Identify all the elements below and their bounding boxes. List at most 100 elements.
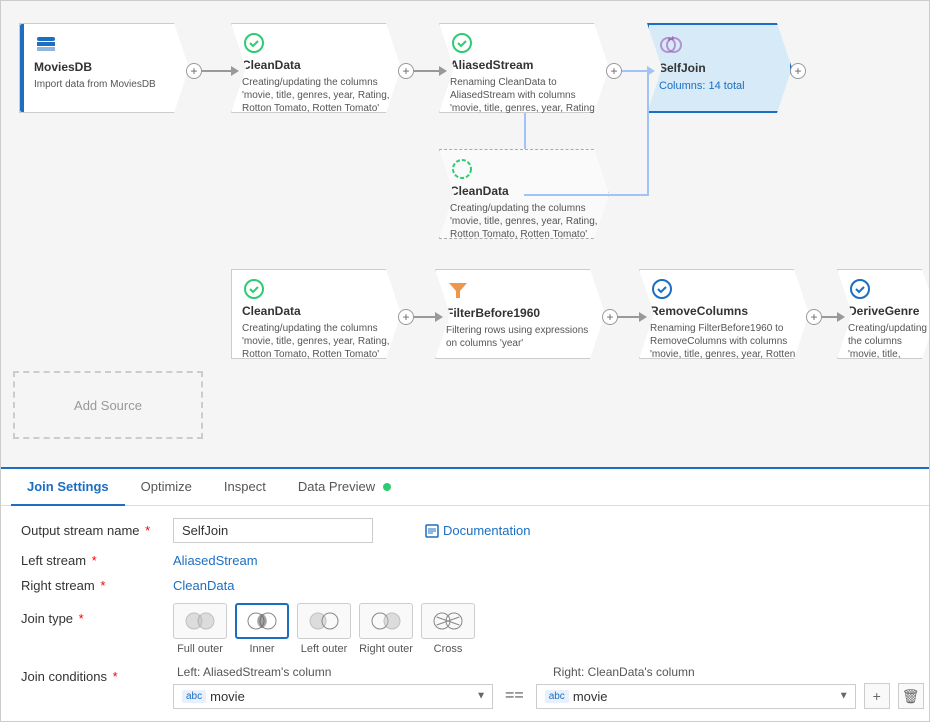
documentation-link[interactable]: Documentation	[425, 523, 530, 538]
node-filterbefore1960[interactable]: FilterBefore1960 Filtering rows using ex…	[435, 269, 605, 359]
node-derivegenre[interactable]: DeriveGenre Creating/updating the column…	[837, 269, 929, 359]
clean-icon-1	[242, 32, 266, 54]
right-stream-value[interactable]: CleanData	[173, 578, 234, 593]
full-outer-icon	[173, 603, 227, 639]
add-source-box[interactable]: Add Source	[13, 371, 203, 439]
join-btn-full-outer[interactable]: Full outer	[173, 603, 227, 655]
inner-icon	[235, 603, 289, 639]
cross-label: Cross	[434, 643, 463, 655]
plus-btn-4[interactable]: +	[790, 63, 806, 79]
left-col-chevron: ▼	[476, 691, 486, 702]
left-stream-label: Left stream *	[21, 553, 161, 568]
left-col-select[interactable]: movie	[210, 689, 470, 704]
required-star-5: *	[113, 669, 118, 684]
cleandata1-desc: Creating/updating the columns 'movie, ti…	[242, 76, 390, 115]
required-star-4: *	[79, 611, 84, 626]
node-moviesdb[interactable]: MoviesDB Import data from MoviesDB	[19, 23, 189, 113]
svg-text:⇄: ⇄	[668, 34, 675, 43]
plus-btn-2[interactable]: +	[398, 63, 414, 79]
removecolumns-title: RemoveColumns	[650, 304, 798, 318]
output-stream-name-input[interactable]	[173, 518, 373, 543]
node-cleandata1[interactable]: CleanData Creating/updating the columns …	[231, 23, 401, 113]
db-icon	[34, 32, 58, 56]
removecolumns-desc: Renaming FilterBefore1960 to RemoveColum…	[650, 322, 798, 374]
left-stream-row: Left stream * AliasedStream	[21, 553, 909, 568]
selfjoin-desc: Columns: 14 total	[659, 79, 780, 93]
tab-inspect[interactable]: Inspect	[208, 469, 282, 506]
filterbefore1960-title: FilterBefore1960	[446, 306, 594, 320]
join-btn-right-outer[interactable]: Right outer	[359, 603, 413, 655]
left-col-dropdown[interactable]: abc movie ▼	[173, 684, 493, 709]
right-outer-label: Right outer	[359, 643, 413, 655]
moviesdb-title: MoviesDB	[34, 60, 178, 74]
right-col-chevron: ▼	[839, 691, 849, 702]
join-btn-inner[interactable]: Inner	[235, 603, 289, 655]
join-type-label: Join type *	[21, 603, 161, 626]
join-conditions-row: Join conditions * Left: AliasedStream's …	[21, 665, 909, 709]
filter-icon	[446, 278, 470, 302]
right-col-type-badge: abc	[545, 690, 569, 703]
plus-btn-7[interactable]: +	[806, 309, 822, 325]
join-btn-cross[interactable]: Cross	[421, 603, 475, 655]
aliasedstream-title: AliasedStream	[450, 58, 598, 72]
right-stream-row: Right stream * CleanData	[21, 578, 909, 593]
clean-icon-branch	[450, 158, 474, 180]
right-stream-label: Right stream *	[21, 578, 161, 593]
remove-icon	[650, 278, 674, 300]
left-col-header: Left: AliasedStream's column	[173, 665, 493, 679]
plus-btn-1[interactable]: +	[186, 63, 202, 79]
add-condition-btn[interactable]: +	[864, 683, 890, 709]
data-preview-dot	[383, 483, 391, 491]
right-col-dropdown[interactable]: abc movie ▼	[536, 684, 856, 709]
inner-label: Inner	[249, 643, 274, 655]
join-types-container: Full outer Inner	[173, 603, 475, 655]
plus-btn-3[interactable]: +	[606, 63, 622, 79]
cleandata-branch-desc: Creating/updating the columns 'movie, ti…	[450, 202, 598, 241]
delete-condition-btn[interactable]: 🗑	[898, 683, 924, 709]
alias-icon	[450, 32, 474, 54]
required-star-1: *	[145, 523, 150, 538]
join-type-row: Join type * Full outer	[21, 603, 909, 655]
output-stream-name-row: Output stream name * Documentation	[21, 518, 909, 543]
cleandata2-title: CleanData	[242, 304, 390, 318]
doc-icon	[425, 524, 439, 538]
cleandata2-desc: Creating/updating the columns 'movie, ti…	[242, 322, 390, 361]
form-area: Output stream name * Documentation Left …	[1, 506, 929, 721]
tab-data-preview[interactable]: Data Preview	[282, 469, 407, 506]
required-star-3: *	[100, 578, 105, 593]
plus-btn-5[interactable]: +	[398, 309, 414, 325]
canvas-area: MoviesDB Import data from MoviesDB + Cle…	[1, 1, 929, 467]
derivegenre-title: DeriveGenre	[848, 304, 926, 318]
left-col-type-badge: abc	[182, 690, 206, 703]
derive-icon	[848, 278, 872, 300]
clean-icon-2	[242, 278, 266, 300]
join-icon: ⇄	[659, 33, 683, 57]
right-col-select[interactable]: movie	[573, 689, 833, 704]
equals-operator: ==	[501, 687, 528, 705]
output-stream-name-label: Output stream name *	[21, 523, 161, 538]
cleandata1-title: CleanData	[242, 58, 390, 72]
plus-btn-6[interactable]: +	[602, 309, 618, 325]
join-conditions-label: Join conditions *	[21, 665, 161, 684]
derivegenre-desc: Creating/updating the columns 'movie, ti…	[848, 322, 926, 359]
join-btn-left-outer[interactable]: Left outer	[297, 603, 351, 655]
tab-join-settings[interactable]: Join Settings	[11, 469, 125, 506]
moviesdb-desc: Import data from MoviesDB	[34, 78, 178, 91]
tab-optimize[interactable]: Optimize	[125, 469, 208, 506]
bottom-panel: Join Settings Optimize Inspect Data Prev…	[1, 467, 929, 721]
node-selfjoin[interactable]: ⇄ SelfJoin Columns: 14 total	[647, 23, 792, 113]
tabs-bar: Join Settings Optimize Inspect Data Prev…	[1, 469, 929, 506]
node-aliasedstream[interactable]: AliasedStream Renaming CleanData to Alia…	[439, 23, 609, 113]
main-container: MoviesDB Import data from MoviesDB + Cle…	[0, 0, 930, 722]
filterbefore1960-desc: Filtering rows using expressions on colu…	[446, 324, 594, 350]
node-removecolumns[interactable]: RemoveColumns Renaming FilterBefore1960 …	[639, 269, 809, 359]
left-outer-label: Left outer	[301, 643, 347, 655]
left-stream-value[interactable]: AliasedStream	[173, 553, 258, 568]
full-outer-label: Full outer	[177, 643, 223, 655]
right-outer-icon	[359, 603, 413, 639]
selfjoin-title: SelfJoin	[659, 61, 780, 75]
add-source-label: Add Source	[74, 398, 142, 413]
node-cleandata2[interactable]: CleanData Creating/updating the columns …	[231, 269, 401, 359]
cross-icon	[421, 603, 475, 639]
right-col-header: Right: CleanData's column	[549, 665, 869, 679]
